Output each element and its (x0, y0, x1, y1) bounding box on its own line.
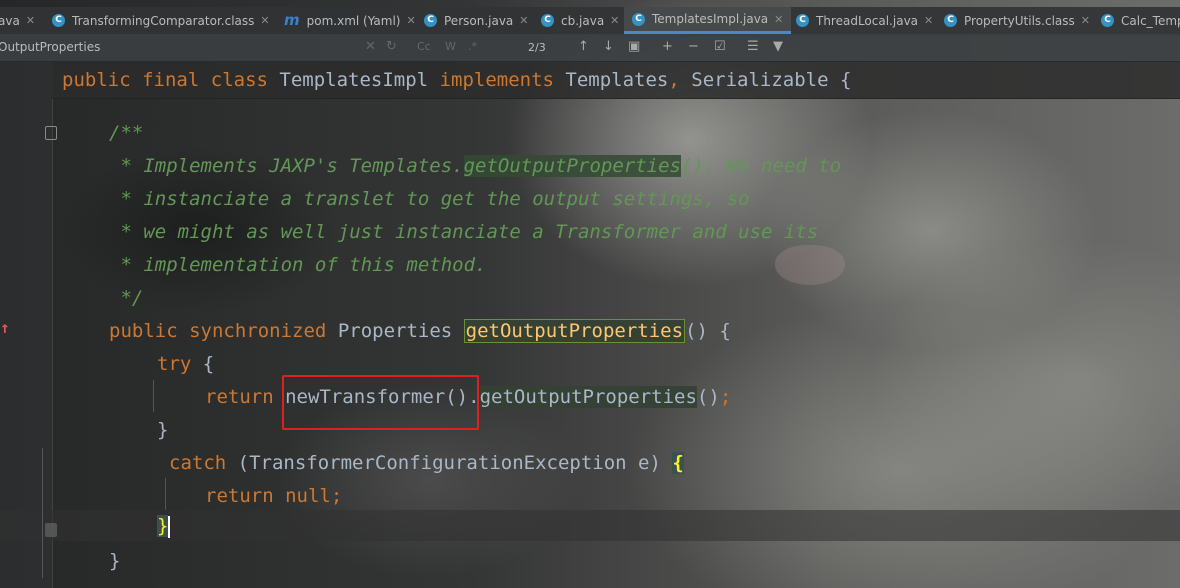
match-case-icon[interactable]: Cc (417, 40, 431, 53)
tab-label: PropertyUtils.class (964, 13, 1075, 28)
maven-icon: m (284, 11, 300, 29)
code-line-doc-1: * Implements JAXP's Templates.getOutputP… (109, 155, 842, 177)
code-line-try: try { (157, 353, 215, 375)
tab-threadlocal-java[interactable]: C ThreadLocal.java ✕ (796, 7, 933, 34)
history-icon[interactable]: ↻ (386, 39, 397, 54)
regex-icon[interactable]: .* (468, 40, 477, 53)
class-icon: C (944, 14, 957, 27)
class-icon: C (796, 14, 809, 27)
tab-person-java[interactable]: C Person.java ✕ (424, 7, 529, 34)
previous-occurrence-icon[interactable]: ↑ (578, 39, 589, 54)
close-icon[interactable]: ✕ (1081, 14, 1090, 27)
fold-toggle-icon[interactable] (45, 126, 57, 140)
code-line-try-close: } (157, 419, 169, 441)
indent-guide (153, 380, 154, 412)
whole-words-icon[interactable]: W (445, 40, 456, 53)
show-in-window-icon[interactable]: ▣ (628, 39, 640, 54)
match-count: 2/3 (528, 41, 546, 54)
class-icon: C (541, 14, 554, 27)
close-icon[interactable]: ✕ (26, 14, 35, 27)
close-icon[interactable]: ✕ (260, 14, 269, 27)
filter-icon[interactable]: ▼ (773, 39, 783, 54)
tab-label: Person.java (444, 13, 514, 28)
select-all-icon[interactable]: ☑ (714, 39, 726, 54)
code-line-doc-open: /** (109, 122, 144, 144)
code-line-return-null: return null; (205, 485, 343, 507)
code-line-method-signature: public synchronized Properties getOutput… (109, 319, 731, 343)
class-icon: C (632, 12, 645, 26)
tab-label: pom.xml (Yaml) (306, 13, 401, 28)
editor-tab-bar: ava ✕ C TransformingComparator.class ✕ m… (0, 7, 1180, 35)
open-in-find-window-icon[interactable]: ☰ (747, 39, 759, 54)
current-line-highlight (0, 510, 1180, 541)
text-caret (168, 515, 171, 538)
code-line-doc-3: * we might as well just instanciate a Tr… (109, 221, 819, 243)
close-icon[interactable]: ✕ (774, 13, 783, 26)
next-occurrence-icon[interactable]: ↓ (603, 39, 614, 54)
class-icon: C (1101, 14, 1114, 27)
tab-label: TransformingComparator.class (72, 13, 255, 28)
tab-label: ThreadLocal.java (816, 13, 919, 28)
code-line-doc-4: * implementation of this method. (109, 254, 487, 276)
tab-cb-java[interactable]: C cb.java ✕ (541, 7, 619, 34)
tab-label: ava (0, 13, 20, 28)
tab-ava[interactable]: ava ✕ (0, 7, 35, 34)
tab-label: TemplatesImpl.java (652, 12, 769, 26)
indent-guide (165, 478, 166, 510)
code-line-doc-close: */ (109, 287, 144, 309)
tab-calc-temp[interactable]: C Calc_Temp (1101, 7, 1180, 34)
annotation-highlight-box (282, 375, 479, 430)
find-bar: OutputProperties ✕ ↻ Cc W .* 2/3 ↑ ↓ ▣ +… (0, 35, 1180, 62)
close-icon[interactable]: ✕ (406, 14, 415, 27)
indent-guide (42, 448, 43, 578)
class-icon: C (424, 14, 437, 27)
code-editor[interactable]: public final class TemplatesImpl impleme… (0, 62, 1180, 588)
search-input[interactable]: OutputProperties (0, 40, 100, 54)
fold-toggle-icon[interactable] (45, 523, 57, 537)
remove-selection-icon[interactable]: − (688, 39, 699, 54)
code-line-class-decl: public final class TemplatesImpl impleme… (62, 69, 852, 91)
class-icon: C (52, 14, 65, 27)
tab-transforming-comparator[interactable]: C TransformingComparator.class ✕ (52, 7, 270, 34)
code-line-catch-close: } (157, 515, 171, 538)
clear-search-icon[interactable]: ✕ (365, 39, 376, 54)
add-selection-icon[interactable]: + (662, 39, 673, 54)
close-icon[interactable]: ✕ (924, 14, 933, 27)
tab-pom-xml[interactable]: m pom.xml (Yaml) ✕ (284, 7, 416, 34)
close-icon[interactable]: ✕ (519, 14, 528, 27)
code-line-catch: catch (TransformerConfigurationException… (169, 452, 684, 474)
tab-propertyutils-class[interactable]: C PropertyUtils.class ✕ (944, 7, 1090, 34)
overrides-method-icon[interactable]: ↑ (0, 318, 10, 337)
tab-label: cb.java (561, 13, 605, 28)
tab-label: Calc_Temp (1121, 13, 1180, 28)
code-line-doc-2: * instanciate a translet to get the outp… (109, 188, 750, 210)
tab-templatesimpl-java[interactable]: C TemplatesImpl.java ✕ (624, 7, 792, 34)
code-line-method-close: } (109, 550, 121, 572)
close-icon[interactable]: ✕ (610, 14, 619, 27)
